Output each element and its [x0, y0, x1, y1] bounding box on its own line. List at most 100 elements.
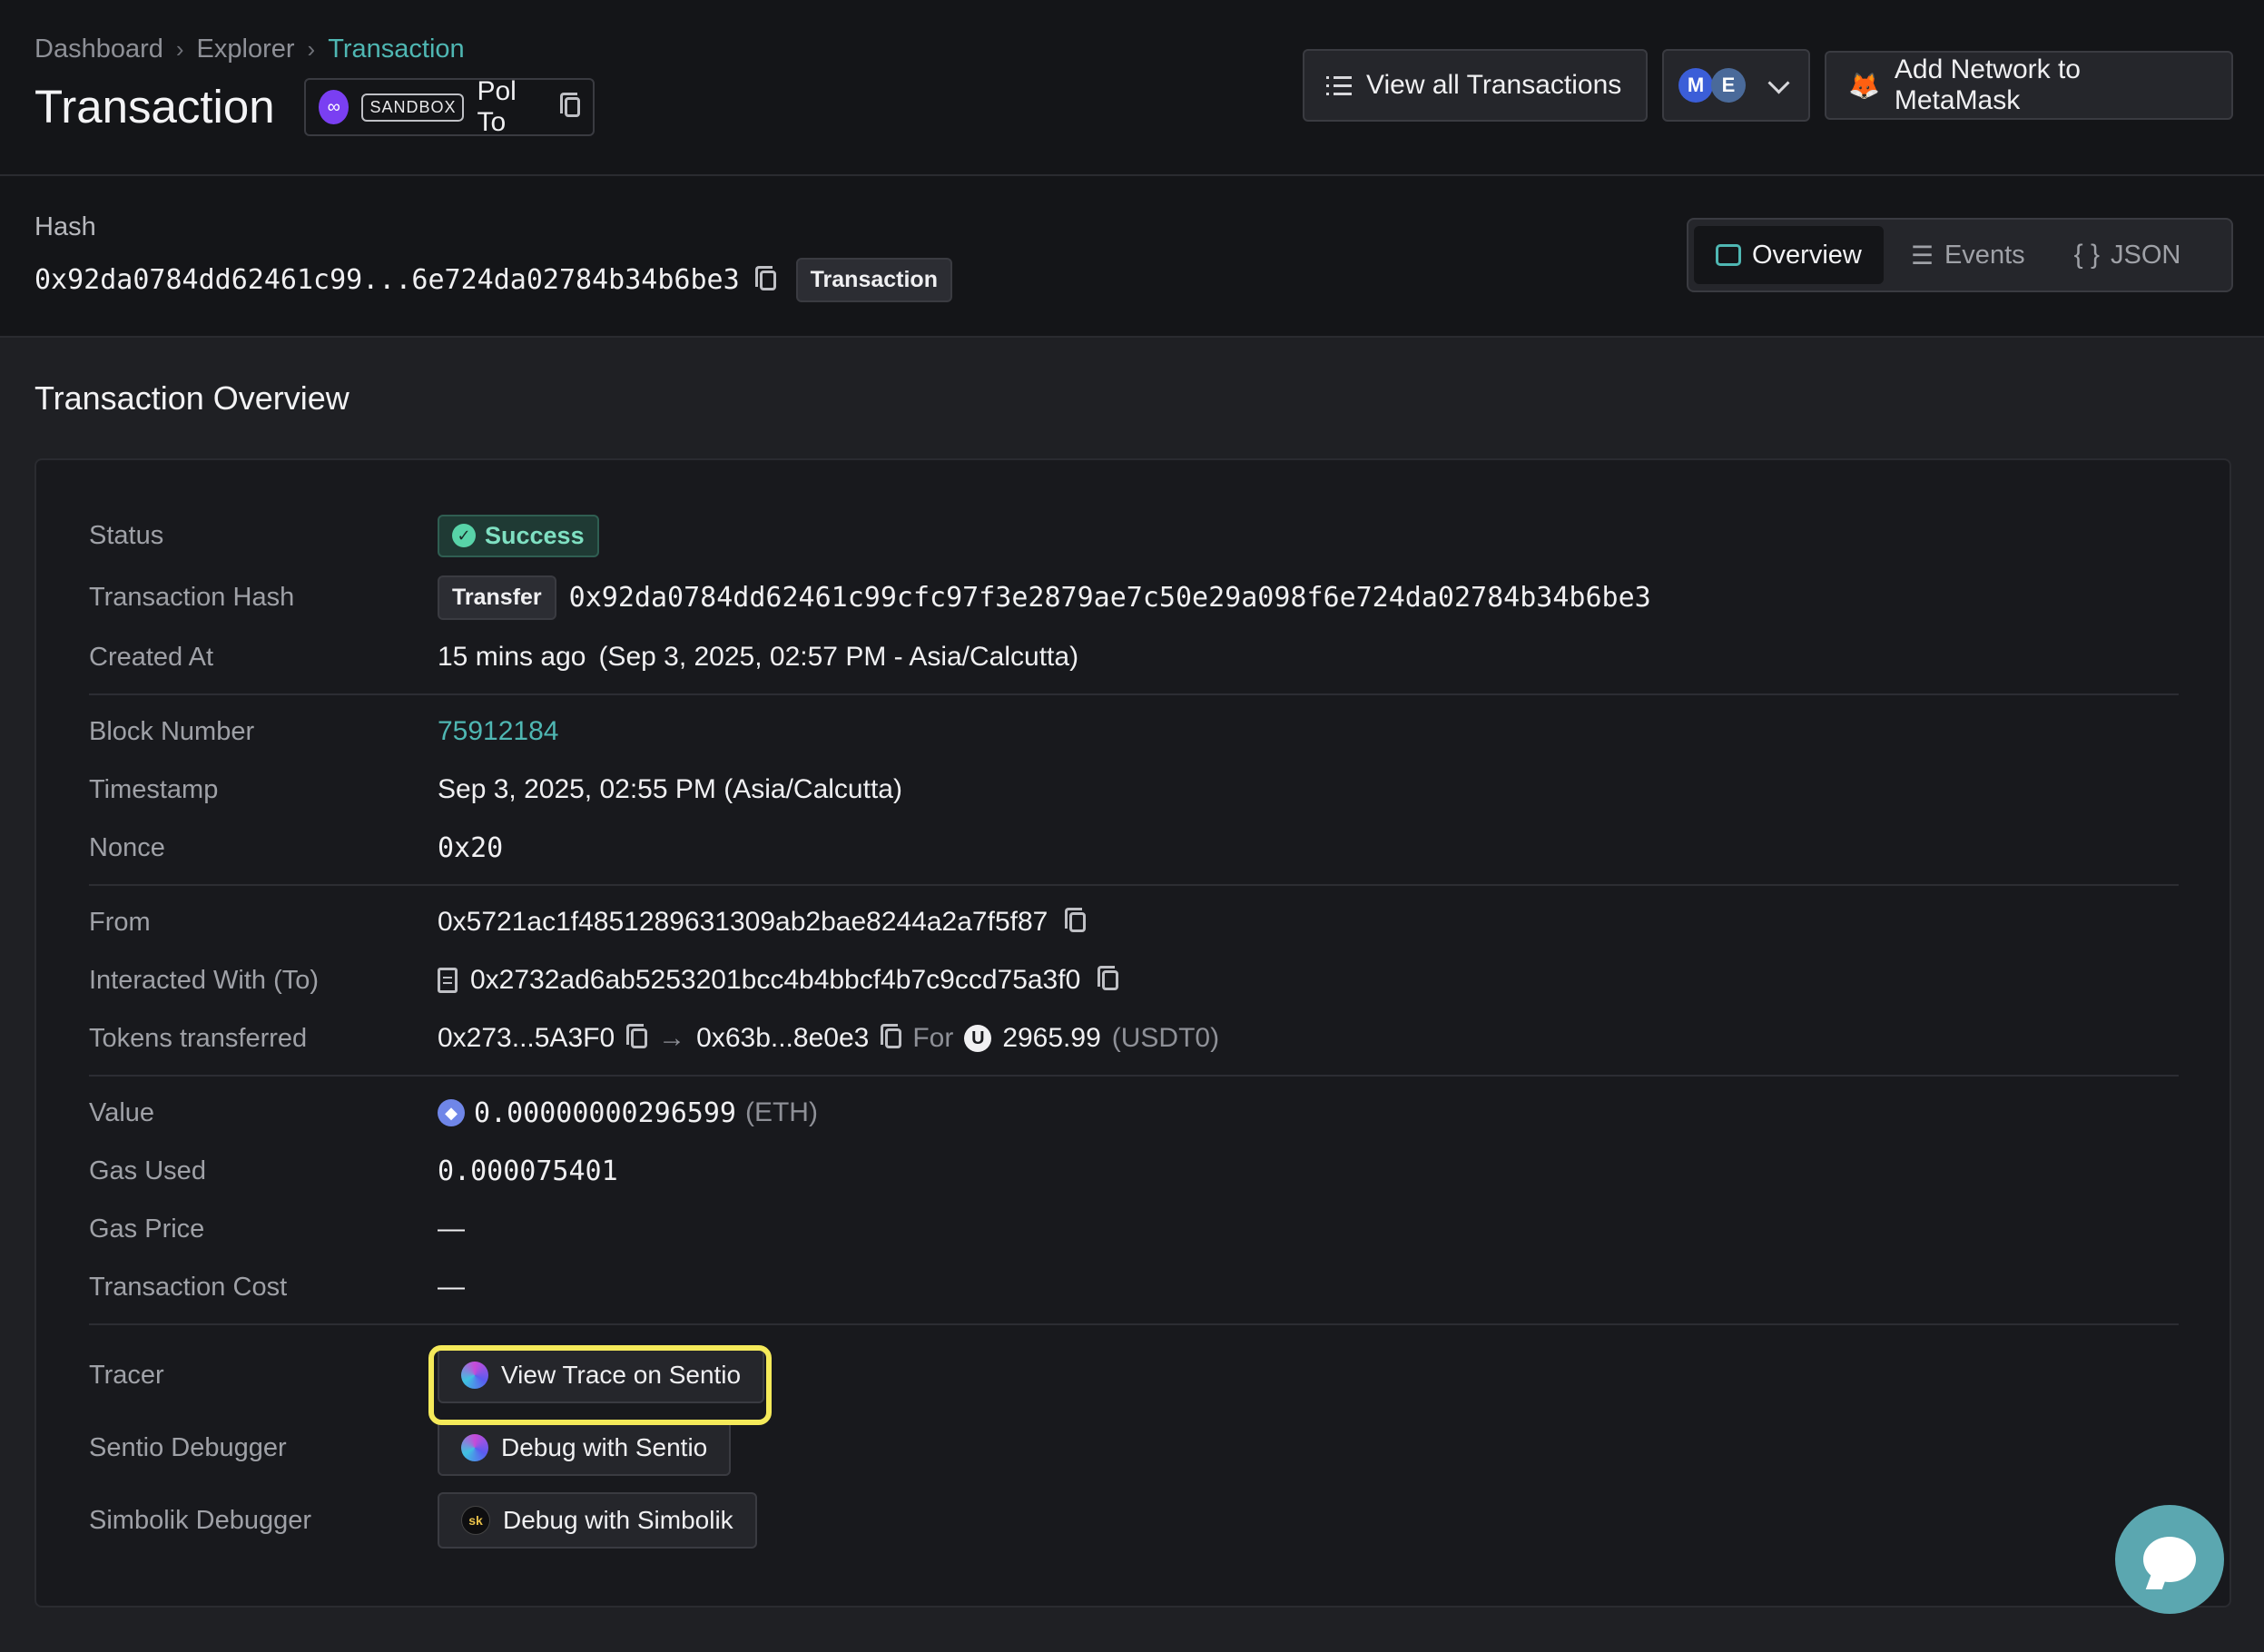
tx-hash-row: Transaction Hash Transfer 0x92da0784dd62…	[89, 575, 1651, 620]
arrow-right-icon: →	[658, 1023, 686, 1053]
gas-used-label: Gas Used	[89, 1155, 206, 1185]
usdt0-token-icon: U	[964, 1025, 992, 1052]
debug-with-sentio-button[interactable]: Debug with Sentio	[438, 1420, 732, 1476]
tokens-row: Tokens transferred 0x273...5A3F0 → 0x63b…	[89, 1016, 1219, 1061]
hash-label: Hash	[34, 212, 96, 241]
token-from-address[interactable]: 0x273...5A3F0	[438, 1023, 615, 1054]
add-network-label: Add Network to MetaMask	[1894, 54, 2081, 115]
check-circle-icon: ✓	[452, 524, 476, 547]
breadcrumb-explorer[interactable]: Explorer	[197, 34, 295, 64]
debug-with-simbolik-button[interactable]: sk Debug with Simbolik	[438, 1492, 757, 1549]
status-row: Status ✓ Success	[89, 513, 599, 558]
debug-sentio-label: Debug with Sentio	[501, 1433, 708, 1461]
status-value: Success	[485, 521, 585, 549]
breadcrumb-dashboard[interactable]: Dashboard	[34, 34, 163, 64]
tx-cost-value: —	[438, 1272, 465, 1302]
view-all-label: View all Transactions	[1366, 70, 1622, 100]
transfer-tag: Transfer	[438, 575, 556, 620]
tx-cost-label: Transaction Cost	[89, 1272, 288, 1302]
tab-json[interactable]: { } JSON	[2052, 226, 2203, 284]
tab-events-label: Events	[1944, 240, 2025, 270]
tab-overview[interactable]: Overview	[1694, 226, 1884, 284]
contract-icon	[438, 968, 458, 993]
value-amount: 0.00000000296599	[474, 1096, 736, 1129]
copy-icon[interactable]	[1098, 966, 1119, 990]
view-all-transactions-button[interactable]: View all Transactions	[1303, 49, 1648, 122]
transaction-tag: Transaction	[795, 258, 952, 302]
list-icon	[1326, 75, 1352, 95]
created-absolute: (Sep 3, 2025, 02:57 PM - Asia/Calcutta)	[598, 642, 1079, 672]
from-address[interactable]: 0x5721ac1f4851289631309ab2bae8244a2a7f5f…	[438, 907, 1048, 938]
chat-launcher-button[interactable]	[2115, 1505, 2224, 1614]
from-row: From 0x5721ac1f4851289631309ab2bae8244a2…	[89, 900, 1087, 945]
from-label: From	[89, 907, 151, 937]
to-row: Interacted With (To) 0x2732ad6ab5253201b…	[89, 958, 1119, 1003]
token-to-address[interactable]: 0x63b...8e0e3	[696, 1023, 869, 1054]
add-network-metamask-button[interactable]: 🦊 Add Network to MetaMask	[1825, 51, 2233, 120]
tx-hash-label: Transaction Hash	[89, 582, 295, 612]
tab-overview-label: Overview	[1752, 240, 1862, 270]
gas-used-value: 0.000075401	[438, 1155, 618, 1187]
timestamp-value: Sep 3, 2025, 02:55 PM (Asia/Calcutta)	[438, 774, 902, 804]
gas-price-label: Gas Price	[89, 1214, 205, 1244]
polygon-icon: ∞	[319, 90, 349, 124]
created-at-row: Created At 15 mins ago (Sep 3, 2025, 02:…	[89, 634, 1078, 680]
network-name: Pol To	[477, 76, 517, 137]
to-label: Interacted With (To)	[89, 965, 320, 995]
gas-price-row: Gas Price —	[89, 1206, 465, 1252]
chevron-right-icon: ›	[175, 35, 184, 63]
divider	[89, 1323, 2179, 1325]
overview-card: Status ✓ Success Transaction Hash Transf…	[34, 458, 2231, 1608]
metamask-icon: 🦊	[1848, 71, 1880, 100]
tokens-label: Tokens transferred	[89, 1023, 308, 1053]
braces-icon: { }	[2073, 240, 2101, 270]
copy-icon[interactable]	[560, 93, 580, 117]
sentio-debugger-label: Sentio Debugger	[89, 1432, 287, 1462]
hash-row: 0x92da0784dd62461c99...6e724da02784b34b6…	[34, 258, 952, 302]
block-number-link[interactable]: 75912184	[438, 716, 558, 747]
highlight-outline	[428, 1345, 772, 1425]
copy-icon[interactable]	[881, 1024, 902, 1048]
events-icon: ☰	[1910, 241, 1934, 270]
divider	[89, 693, 2179, 695]
tab-events[interactable]: ☰ Events	[1889, 226, 2047, 284]
hash-value: 0x92da0784dd62461c99...6e724da02784b34b6…	[34, 264, 740, 296]
page-header: Dashboard › Explorer › Transaction Trans…	[0, 0, 2264, 176]
nonce-value: 0x20	[438, 831, 504, 864]
overview-title: Transaction Overview	[34, 379, 349, 417]
tx-cost-row: Transaction Cost —	[89, 1264, 465, 1310]
tracer-label: Tracer	[89, 1360, 164, 1390]
tab-json-label: JSON	[2111, 240, 2181, 270]
token-symbol: (USDT0)	[1111, 1023, 1220, 1053]
debug-simbolik-label: Debug with Simbolik	[503, 1506, 733, 1534]
block-number-label: Block Number	[89, 716, 255, 746]
simbolik-debugger-row: Simbolik Debugger sk Debug with Simbolik	[89, 1492, 757, 1549]
status-badge: ✓ Success	[438, 514, 599, 557]
gas-price-value: —	[438, 1214, 465, 1244]
gas-used-row: Gas Used 0.000075401	[89, 1148, 618, 1194]
divider	[89, 884, 2179, 886]
to-address[interactable]: 0x2732ad6ab5253201bcc4b4bbcf4b7c9ccd75a3…	[470, 965, 1080, 996]
nonce-row: Nonce 0x20	[89, 825, 503, 870]
chevron-down-icon	[1767, 71, 1790, 94]
value-row: Value ◆ 0.00000000296599 (ETH)	[89, 1090, 818, 1136]
value-unit: (ETH)	[744, 1097, 818, 1127]
created-at-label: Created At	[89, 642, 214, 672]
breadcrumb: Dashboard › Explorer › Transaction	[34, 34, 465, 64]
breadcrumb-transaction: Transaction	[328, 34, 465, 64]
status-label: Status	[89, 520, 164, 550]
wallet-dropdown[interactable]: M E	[1662, 49, 1810, 122]
timestamp-row: Timestamp Sep 3, 2025, 02:55 PM (Asia/Ca…	[89, 767, 902, 812]
chat-bubble-icon	[2143, 1537, 2196, 1582]
copy-icon[interactable]	[1065, 908, 1087, 932]
nonce-label: Nonce	[89, 832, 165, 862]
copy-icon[interactable]	[626, 1024, 648, 1048]
page-title: Transaction	[34, 81, 275, 133]
simbolik-icon: sk	[461, 1506, 490, 1535]
copy-icon[interactable]	[754, 265, 776, 290]
sentio-icon	[461, 1434, 488, 1461]
block-number-row: Block Number 75912184	[89, 709, 558, 754]
timestamp-label: Timestamp	[89, 774, 219, 804]
tx-hash-value: 0x92da0784dd62461c99cfc97f3e2879ae7c50e2…	[568, 581, 1651, 614]
sentio-debugger-row: Sentio Debugger Debug with Sentio	[89, 1420, 732, 1476]
